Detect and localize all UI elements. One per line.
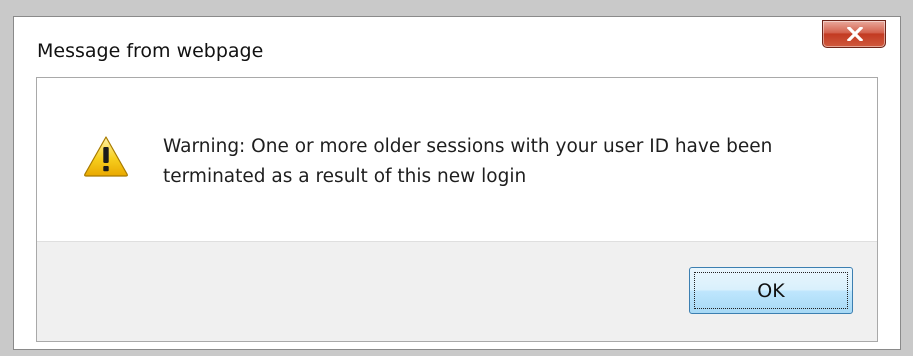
- message-line-2: terminated as a result of this new login: [163, 166, 527, 187]
- warning-message: Warning: One or more older sessions with…: [163, 132, 863, 192]
- close-icon: [847, 27, 863, 41]
- dialog-title: Message from webpage: [37, 40, 264, 62]
- dialog-titlebar[interactable]: Message from webpage: [14, 17, 900, 77]
- message-dialog: Message from webpage Warning: One or mor…: [13, 16, 901, 350]
- dialog-footer: OK: [37, 241, 877, 341]
- message-area: Warning: One or more older sessions with…: [37, 78, 877, 242]
- ok-button[interactable]: OK: [689, 267, 853, 314]
- dialog-content: Warning: One or more older sessions with…: [36, 77, 878, 342]
- ok-button-label: OK: [694, 272, 848, 309]
- warning-icon: [84, 136, 128, 177]
- message-line-1: Warning: One or more older sessions with…: [163, 136, 773, 157]
- close-button[interactable]: [822, 20, 886, 48]
- screen: Message from webpage Warning: One or mor…: [0, 0, 913, 356]
